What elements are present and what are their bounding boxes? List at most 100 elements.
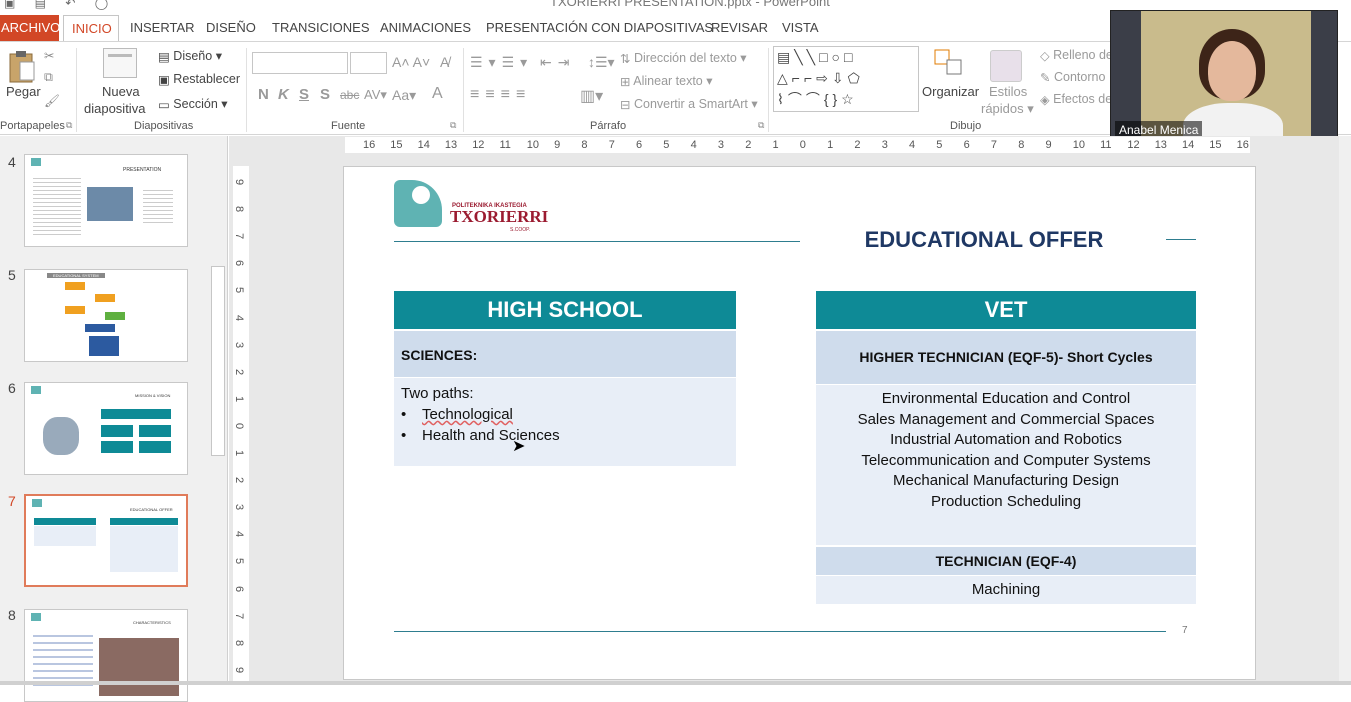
horizontal-ruler[interactable]: 16 15 14 13 12 11 10 9 8 7 6 5 4 3 2 1 0 1 2 3 4 5 6 7 8 9 10 11 12 1… [345,137,1250,153]
effects-icon: ◈ [1040,93,1050,108]
align-buttons[interactable]: ≡≡≡≡ [470,86,531,104]
bottom-edge [0,681,1351,685]
arrange-button[interactable]: Organizar [922,84,979,99]
text-direction-button[interactable]: ⇅ Dirección del texto ▾ [620,50,747,66]
layout-button[interactable]: ▤ Diseño ▾ [158,48,222,64]
spacing-button[interactable]: AV▾ [364,87,387,103]
ruler-tick-label: 5 [233,287,246,294]
ruler-tick-label: 8 [233,639,246,646]
shape-effects-button[interactable]: ◈ Efectos de [1040,92,1112,107]
current-slide[interactable]: POLITEKNIKA IKASTEGIA TXORIERRI S.COOP. … [343,166,1256,680]
vet-header[interactable]: VET [816,291,1196,329]
canvas-scrollbar[interactable] [1339,136,1351,685]
thumbnail-slide-7[interactable]: EDUCATIONAL OFFER [24,494,188,587]
tab-inicio[interactable]: INICIO [63,15,119,43]
shape-fill-button[interactable]: ◇ Relleno de [1040,48,1113,63]
columns-button[interactable]: ▥▾ [580,86,603,106]
new-slide-label-1[interactable]: Nueva [102,84,140,99]
change-case-button[interactable]: Aa▾ [392,87,416,104]
quick-styles-label-1[interactable]: Estilos [989,84,1027,99]
machining-cell[interactable]: Machining [816,576,1196,604]
vertical-ruler[interactable]: 9 8 7 6 5 4 3 2 1 0 1 2 3 4 5 6 7 8 9 [233,166,249,685]
copy-icon[interactable]: ⧉ [44,70,53,85]
smartart-icon: ⊟ [620,98,631,113]
thumbnail-slide-5[interactable]: EDUCATIONAL SYSTEM [24,269,188,362]
paste-icon[interactable] [8,50,36,86]
section-icon: ▭ [158,98,170,113]
shape-outline-button[interactable]: ✎ Contorno [1040,70,1105,85]
thumbnail-slide-6[interactable]: MISSION & VISION [24,382,188,475]
ruler-tick-label: 7 [233,612,246,619]
separator [768,48,769,132]
technician-cell[interactable]: TECHNICIAN (EQF-4) [816,547,1196,575]
video-call-overlay[interactable]: Anabel Menica [1110,10,1338,139]
ruler-tick-label: 6 [963,139,970,151]
ruler-tick-label: 11 [1100,139,1112,151]
scrollbar-thumb[interactable] [211,266,225,456]
format-painter-icon[interactable]: 🖌 [44,94,60,109]
outline-icon: ✎ [1040,71,1051,86]
list-buttons[interactable]: ☰▾☰▾ [470,54,533,71]
paste-button[interactable]: Pegar [6,84,41,99]
path-item: Health and Sciences [401,425,729,446]
thumbnail-slide-4[interactable]: PRESENTATION [24,154,188,247]
quick-styles-label-2[interactable]: rápidos ▾ [981,101,1034,117]
underline-button[interactable]: S [299,86,309,103]
slide-title[interactable]: EDUCATIONAL OFFER [844,227,1124,253]
thumb-box [101,425,133,437]
tab-presentacion[interactable]: PRESENTACIÓN CON DIAPOSITIVAS [486,20,713,35]
thumb-box [65,282,85,290]
tab-revisar[interactable]: REVISAR [711,20,768,35]
tab-animaciones[interactable]: ANIMACIONES [380,20,471,35]
thumb-logo [31,158,41,166]
bold-button[interactable]: N [258,86,269,103]
group-launcher-icon[interactable]: ⧉ [758,120,764,131]
line-spacing-button[interactable]: ↕☰▾ [588,54,615,71]
indent-buttons[interactable]: ⇤⇥ [540,54,575,71]
thumbnail-slide-8[interactable]: CHARACTERISTICS [24,609,188,702]
font-name-input[interactable] [252,52,348,74]
group-launcher-icon[interactable]: ⧉ [450,120,456,131]
tab-archivo[interactable]: ARCHIVO [0,15,60,42]
thumb-box [139,441,171,453]
tab-diseno[interactable]: DISEÑO [206,20,256,35]
font-size-input[interactable] [350,52,387,74]
slide-thumbnails-pane[interactable]: 4 PRESENTATION 5 EDUCATIONAL SYSTEM 6 MI… [0,136,228,702]
high-school-paths[interactable]: Two paths: Technological Health and Scie… [394,378,736,466]
section-button[interactable]: ▭ Sección ▾ [158,96,228,112]
tab-vista[interactable]: VISTA [782,20,819,35]
cut-icon[interactable]: ✂ [44,48,54,63]
arrange-icon[interactable] [933,48,965,82]
smartart-label: Convertir a SmartArt [633,97,748,111]
italic-button[interactable]: K [278,86,289,103]
ruler-tick-label: 1 [772,139,779,151]
shadow-button[interactable]: S [320,86,330,103]
new-slide-icon[interactable] [103,48,137,78]
ruler-tick-label: 2 [233,477,246,484]
smartart-button[interactable]: ⊟ Convertir a SmartArt ▾ [620,96,758,112]
font-color-button[interactable]: A [432,85,443,103]
shapes-gallery[interactable]: ▤╲╲□○□ △⌐⌐⇨⇩⬠ ⌇⌒⌒{}☆ [773,46,919,112]
strikethrough-button[interactable]: abc [340,88,359,102]
grow-font-icon[interactable]: A˄ A˅ [392,54,430,70]
tab-transiciones[interactable]: TRANSICIONES [272,20,370,35]
thumbnail-number: 5 [8,267,16,283]
higher-technician-cell[interactable]: HIGHER TECHNICIAN (EQF-5)- Short Cycles [816,331,1196,384]
align-text-button[interactable]: ⊞ Alinear texto ▾ [620,73,713,89]
thumb-text [33,630,93,686]
tab-insertar[interactable]: INSERTAR [130,20,195,35]
vet-courses-list[interactable]: Environmental Education and Control Sale… [816,385,1196,545]
ruler-tick-label: 12 [1127,139,1140,151]
clear-format-icon[interactable]: A̸ [440,54,449,70]
sciences-cell[interactable]: SCIENCES: [394,331,736,377]
group-launcher-icon[interactable]: ⧉ [66,120,72,131]
quick-access-icons[interactable]: ▣ ▤ ↶ ◯ [4,0,116,10]
course-item: Mechanical Manufacturing Design [893,472,1119,489]
thumbnails-scrollbar[interactable] [209,136,227,685]
high-school-header[interactable]: HIGH SCHOOL [394,291,736,329]
new-slide-label-2[interactable]: diapositiva [84,101,145,116]
quick-styles-icon[interactable] [990,50,1022,82]
reset-button[interactable]: ▣ Restablecer [158,72,240,87]
thumb-title: CHARACTERISTICS [133,620,171,625]
path-item-text: Technological [422,406,513,423]
